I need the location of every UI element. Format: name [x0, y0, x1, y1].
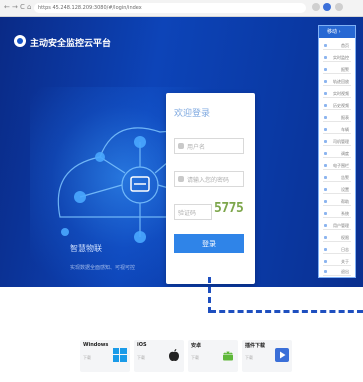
mobile-menu-item[interactable]: 实时视频 — [323, 89, 351, 98]
download-card-title: Windows — [83, 342, 109, 348]
mobile-menu-item[interactable]: 报警 — [323, 65, 351, 74]
download-section: Windows 下载 iOS 下载 安卓 下载 插件下载 下载 — [0, 289, 363, 382]
login-button[interactable]: 登录 — [174, 234, 244, 253]
mobile-app-preview: 移动 › 首页 实时监控 报警 轨迹回放 实时视频 历史视频 报表 车辆 司机管… — [318, 25, 356, 278]
android-icon — [223, 351, 233, 361]
mobile-menu-item[interactable]: 报表 — [323, 113, 351, 122]
download-card-label: 下载 — [191, 355, 199, 360]
download-card-title: 插件下载 — [245, 343, 266, 349]
mobile-menu-item[interactable]: 电子围栏 — [323, 161, 351, 170]
reload-icon[interactable]: C — [20, 3, 25, 11]
profile-icon[interactable] — [323, 3, 331, 11]
password-placeholder: 请输入您的密码 — [187, 177, 230, 184]
download-card-windows[interactable]: Windows 下载 — [80, 340, 130, 372]
mobile-menu-item[interactable]: 首页 — [323, 41, 351, 50]
lock-icon — [178, 176, 184, 182]
connector-line-horizontal — [210, 310, 363, 316]
mobile-menu-item[interactable]: 用户管理 — [323, 221, 351, 230]
mobile-menu-item[interactable]: 设置 — [323, 185, 351, 194]
apple-icon — [169, 349, 179, 361]
download-card-android[interactable]: 安卓 下载 — [188, 340, 238, 372]
mobile-menu-item[interactable]: 车辆 — [323, 125, 351, 134]
back-icon[interactable]: ← — [4, 3, 10, 11]
download-card-label: 下载 — [137, 355, 145, 360]
login-title: 欢迎登录 — [174, 109, 211, 119]
mobile-menu-item[interactable]: 退出 — [323, 267, 351, 276]
password-field[interactable]: 请输入您的密码 — [174, 171, 244, 187]
menu-icon[interactable] — [335, 3, 343, 11]
connector-line-vertical — [208, 277, 215, 313]
forward-icon[interactable]: → — [12, 3, 18, 11]
mobile-menu-item[interactable]: 系统 — [323, 209, 351, 218]
address-bar[interactable]: https 45.248.128.209:3080/#/login/index — [34, 3, 306, 13]
download-card-plugin[interactable]: 插件下载 下载 — [242, 340, 292, 372]
windows-icon — [113, 348, 127, 362]
download-card-label: 下载 — [245, 355, 253, 360]
mobile-menu-item[interactable]: 轨迹回放 — [323, 77, 351, 86]
mobile-menu-item[interactable]: 帮助 — [323, 197, 351, 206]
browser-toolbar: ← → C ⌂ https 45.248.128.209:3080/#/logi… — [0, 0, 363, 17]
download-card-label: 下载 — [83, 355, 91, 360]
captcha-image[interactable]: 5775 — [214, 201, 244, 221]
user-icon — [178, 143, 184, 149]
download-card-title: iOS — [137, 342, 147, 348]
mobile-menu-item[interactable]: 历史视频 — [323, 101, 351, 110]
mobile-menu-item[interactable]: 权限 — [323, 233, 351, 242]
hero-tagline: 智慧物联 — [70, 244, 102, 253]
home-icon[interactable]: ⌂ — [27, 3, 31, 11]
captcha-field[interactable]: 验证码 — [174, 204, 212, 220]
hero-subline: 实现数据全面感知、可视可控 — [70, 265, 136, 271]
brand-logo — [14, 35, 26, 47]
play-icon — [275, 348, 289, 362]
mobile-menu-item[interactable]: 司机管理 — [323, 137, 351, 146]
username-field[interactable]: 用户名 — [174, 138, 244, 154]
mobile-menu-item[interactable]: 告警 — [323, 173, 351, 182]
download-card-title: 安卓 — [191, 343, 202, 349]
username-placeholder: 用户名 — [187, 144, 206, 151]
mobile-menu-item[interactable]: 关于 — [323, 257, 351, 266]
mobile-app-header: 移动 › — [319, 26, 355, 38]
hero-banner: 主动安全监控云平台 智慧物联 实现数据全面感知、可视可控 欢迎登录 用户名 请输… — [0, 17, 363, 287]
mobile-app-header-label: 移动 › — [327, 29, 341, 35]
brand-title: 主动安全监控云平台 — [30, 39, 112, 49]
login-panel: 欢迎登录 用户名 请输入您的密码 验证码 5775 登录 — [166, 93, 255, 284]
mobile-menu-item[interactable]: 日志 — [323, 245, 351, 254]
mobile-menu-item[interactable]: 实时监控 — [323, 53, 351, 62]
extension-icon[interactable] — [312, 3, 320, 11]
captcha-placeholder: 验证码 — [178, 210, 197, 217]
mobile-menu-item[interactable]: 调度 — [323, 149, 351, 158]
download-card-ios[interactable]: iOS 下载 — [134, 340, 184, 372]
